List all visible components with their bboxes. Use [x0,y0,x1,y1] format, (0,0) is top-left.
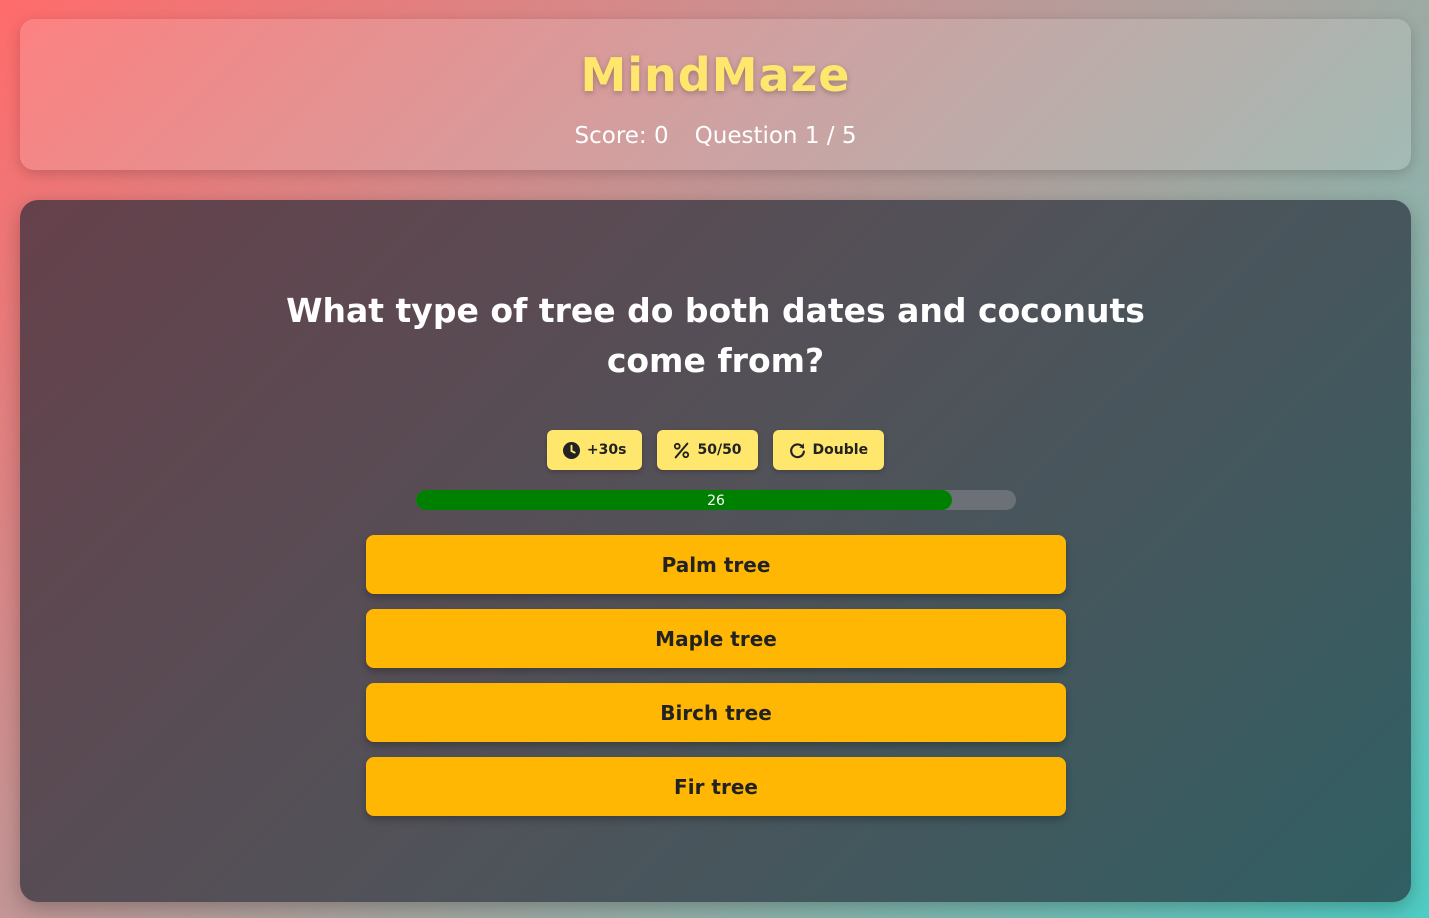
clock-icon [562,441,580,459]
answer-option-maple-tree[interactable]: Maple tree [366,609,1066,668]
redo-icon [789,442,806,459]
timer-bar: 26 [416,490,1016,510]
header: MindMaze Score: 0 Question 1 / 5 [20,19,1411,170]
powerup-label: 50/50 [697,442,742,458]
score-label: Score: 0 [574,123,669,149]
powerup-extra-time-button[interactable]: +30s [546,430,643,470]
stats-bar: Score: 0 Question 1 / 5 [20,121,1411,151]
powerup-label: Double [812,442,869,458]
percent-icon [673,442,690,459]
quiz-card: What type of tree do both dates and coco… [20,200,1411,902]
powerups-bar: +30s 50/50 Double [20,430,1411,470]
question-text: What type of tree do both dates and coco… [286,291,1145,380]
powerup-fifty-fifty-button[interactable]: 50/50 [657,430,758,470]
powerup-label: +30s [586,442,627,458]
question-counter: Question 1 / 5 [694,123,857,149]
answer-list: Palm tree Maple tree Birch tree Fir tree [366,535,1066,831]
timer-value: 26 [707,493,725,509]
answer-option-birch-tree[interactable]: Birch tree [366,683,1066,742]
app-title: MindMaze [580,48,851,102]
powerup-double-button[interactable]: Double [772,430,885,470]
answer-option-fir-tree[interactable]: Fir tree [366,757,1066,816]
answer-option-palm-tree[interactable]: Palm tree [366,535,1066,594]
